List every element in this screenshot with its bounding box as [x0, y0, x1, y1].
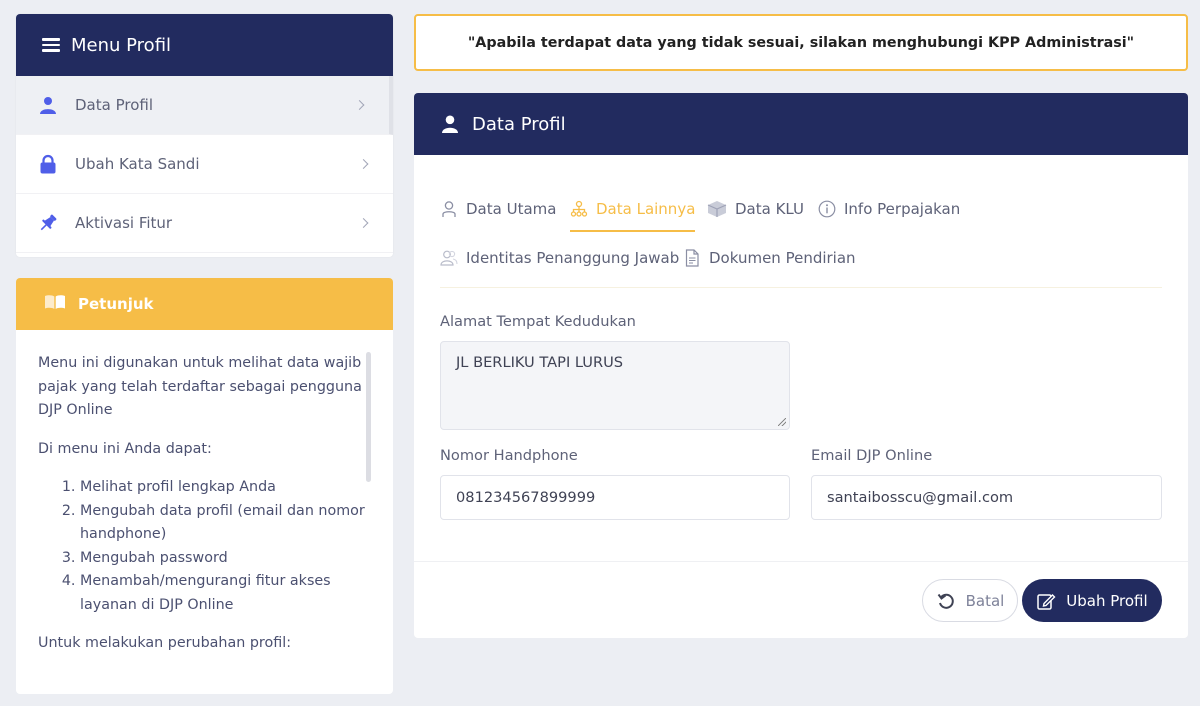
- info-icon: [818, 200, 836, 218]
- menu-item-label: Aktivasi Fitur: [75, 214, 172, 232]
- tab-identitas-penanggung-jawab[interactable]: Identitas Penanggung Jawab: [440, 243, 679, 273]
- user-icon: [440, 114, 460, 134]
- book-icon: [44, 294, 66, 314]
- email-label: Email DJP Online: [811, 447, 932, 464]
- menu-item-ubah-kata-sandi[interactable]: Ubah Kata Sandi: [16, 135, 393, 194]
- tab-label: Info Perpajakan: [844, 200, 960, 218]
- guide-body[interactable]: Menu ini digunakan untuk melihat data wa…: [16, 330, 393, 694]
- menu-item-label: Ubah Kata Sandi: [75, 155, 199, 173]
- update-profile-button[interactable]: Ubah Profil: [1022, 579, 1162, 622]
- guide-panel: Petunjuk Menu ini digunakan untuk meliha…: [16, 278, 393, 694]
- guide-steps: Melihat profil lengkap Anda Mengubah dat…: [80, 476, 370, 617]
- tab-label: Data Utama: [466, 200, 556, 218]
- guide-title: Petunjuk: [78, 295, 154, 313]
- tab-data-utama[interactable]: Data Utama: [440, 194, 556, 224]
- address-label: Alamat Tempat Kedudukan: [440, 313, 636, 330]
- phone-value: 081234567899999: [456, 489, 595, 506]
- guide-step: Melihat profil lengkap Anda: [80, 476, 370, 500]
- pin-icon: [38, 213, 58, 233]
- menu-item-data-profil[interactable]: Data Profil: [16, 76, 393, 135]
- resize-grip-icon[interactable]: [778, 418, 786, 426]
- profile-tabs: Data Utama Data Lainnya Data KLU Info Pe…: [440, 198, 1162, 288]
- hamburger-icon: [42, 38, 60, 52]
- guide-step: Mengubah data profil (email dan nomor ha…: [80, 500, 370, 547]
- guide-scrollbar[interactable]: [366, 352, 371, 482]
- menu-item-aktivasi-fitur[interactable]: Aktivasi Fitur: [16, 194, 393, 253]
- menu-header: Menu Profil: [16, 14, 393, 76]
- menu-item-label: Data Profil: [75, 96, 153, 114]
- tab-info-perpajakan[interactable]: Info Perpajakan: [818, 194, 960, 224]
- chevron-right-icon: [359, 159, 369, 169]
- document-icon: [683, 249, 701, 267]
- email-input[interactable]: santaibosscu@gmail.com: [811, 475, 1162, 520]
- guide-step: Mengubah password: [80, 547, 370, 571]
- chevron-right-icon: [359, 218, 369, 228]
- network-icon: [570, 200, 588, 218]
- tab-data-klu[interactable]: Data KLU: [707, 194, 804, 224]
- address-value: JL BERLIKU TAPI LURUS: [456, 354, 623, 371]
- guide-step: Menambah/mengurangi fitur akses layanan …: [80, 570, 370, 617]
- update-profile-label: Ubah Profil: [1066, 592, 1147, 610]
- guide-lead: Di menu ini Anda dapat:: [38, 438, 370, 462]
- user-icon: [38, 95, 58, 115]
- cancel-button[interactable]: Batal: [922, 579, 1018, 622]
- tab-dokumen-pendirian[interactable]: Dokumen Pendirian: [683, 243, 856, 273]
- address-textarea[interactable]: JL BERLIKU TAPI LURUS: [440, 341, 790, 430]
- cancel-label: Batal: [966, 592, 1005, 610]
- box-icon: [707, 200, 727, 218]
- profile-title: Data Profil: [472, 114, 566, 135]
- tab-label: Dokumen Pendirian: [709, 249, 856, 267]
- tab-label: Identitas Penanggung Jawab: [466, 249, 679, 267]
- tab-data-lainnya[interactable]: Data Lainnya: [570, 194, 695, 224]
- phone-label: Nomor Handphone: [440, 447, 578, 464]
- profile-menu: Menu Profil Data Profil Ubah Kata Sandi …: [16, 14, 393, 257]
- profile-header: Data Profil: [414, 93, 1188, 155]
- tab-label: Data Lainnya: [596, 200, 695, 218]
- guide-header: Petunjuk: [16, 278, 393, 330]
- guide-outro: Untuk melakukan perubahan profil:: [38, 632, 370, 656]
- guide-intro: Menu ini digunakan untuk melihat data wa…: [38, 352, 370, 423]
- chevron-right-icon: [355, 100, 365, 110]
- edit-icon: [1036, 591, 1056, 611]
- lock-icon: [38, 154, 58, 174]
- notice-banner: "Apabila terdapat data yang tidak sesuai…: [414, 14, 1188, 71]
- phone-input[interactable]: 081234567899999: [440, 475, 790, 520]
- undo-icon: [936, 591, 956, 611]
- profile-card: Data Profil Data Utama Data Lainnya Data…: [414, 93, 1188, 638]
- notice-text: "Apabila terdapat data yang tidak sesuai…: [468, 35, 1134, 51]
- user-outline-icon: [440, 200, 458, 218]
- users-icon: [440, 249, 458, 267]
- email-value: santaibosscu@gmail.com: [827, 489, 1013, 506]
- menu-title: Menu Profil: [71, 35, 171, 56]
- card-footer-divider: [414, 561, 1188, 562]
- tab-label: Data KLU: [735, 200, 804, 218]
